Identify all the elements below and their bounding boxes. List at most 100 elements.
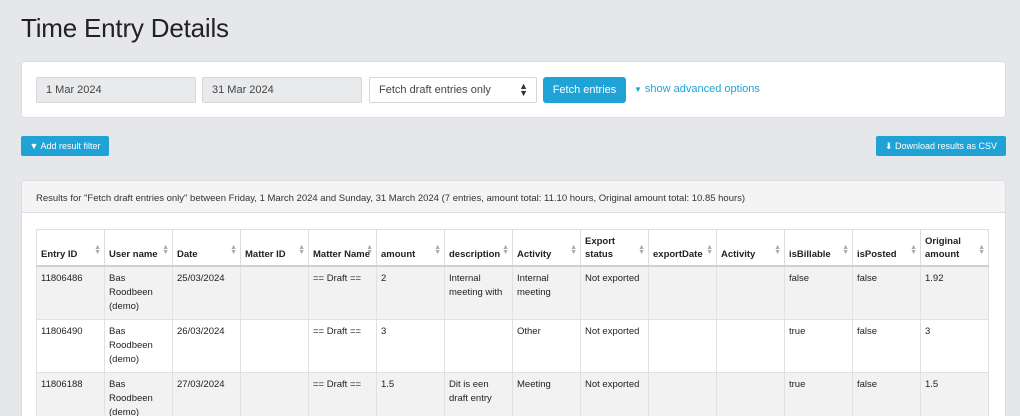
table-cell: Bas Roodbeen (demo) bbox=[104, 318, 173, 373]
table-cell: Bas Roodbeen (demo) bbox=[104, 265, 173, 320]
cell-value: 11806490 bbox=[41, 325, 83, 337]
table-cell: == Draft == bbox=[308, 371, 377, 416]
sort-icon: ▲ ▼ bbox=[842, 243, 849, 256]
show-advanced-options-link[interactable]: ▼ show advanced options bbox=[634, 83, 760, 95]
column-header[interactable]: Activity ▲ ▼ bbox=[512, 229, 581, 267]
sort-icon: ▲ ▼ bbox=[366, 243, 373, 256]
cell-value: Other bbox=[517, 325, 541, 337]
cell-value: 3 bbox=[381, 325, 387, 337]
table-cell: Internal meeting bbox=[512, 265, 581, 320]
cell-value: false bbox=[857, 325, 878, 337]
column-header[interactable]: Activity ▲ ▼ bbox=[716, 229, 785, 267]
column-header[interactable]: Matter Name ▲ ▼ bbox=[308, 229, 377, 267]
column-header[interactable]: User name ▲ ▼ bbox=[104, 229, 173, 267]
column-header[interactable]: Entry ID ▲ ▼ bbox=[36, 229, 105, 267]
sort-icon: ▲ ▼ bbox=[638, 243, 645, 256]
cell-value: 2 bbox=[381, 272, 387, 284]
page-title: Time Entry Details bbox=[21, 13, 229, 43]
cell-value: Not exported bbox=[585, 325, 640, 337]
sort-icon: ▲ ▼ bbox=[502, 243, 509, 256]
cell-value: 1.92 bbox=[925, 272, 944, 284]
table-cell: 3 bbox=[920, 318, 989, 373]
cell-value: 26/03/2024 bbox=[177, 325, 225, 337]
cell-value: Bas Roodbeen (demo) bbox=[109, 272, 153, 312]
cell-value: Internal meeting bbox=[517, 272, 551, 298]
cell-value: == Draft == bbox=[313, 378, 362, 390]
date-from-input[interactable]: 1 Mar 2024 bbox=[36, 77, 196, 103]
table-cell: 26/03/2024 bbox=[172, 318, 241, 373]
fetch-entries-button[interactable]: Fetch entries bbox=[543, 77, 626, 103]
table-cell: true bbox=[784, 371, 853, 416]
table-cell bbox=[240, 265, 309, 320]
sort-icon: ▲ ▼ bbox=[298, 243, 305, 256]
download-label: Download results as CSV bbox=[895, 141, 998, 151]
cell-value: 25/03/2024 bbox=[177, 272, 225, 284]
table-cell: Dit is een draft entry bbox=[444, 371, 513, 416]
sort-caret-icon: ▲ ▼ bbox=[519, 81, 528, 98]
table-cell bbox=[648, 318, 717, 373]
sort-icon: ▲ ▼ bbox=[162, 243, 169, 256]
column-header[interactable]: isBillable ▲ ▼ bbox=[784, 229, 853, 267]
table-row: 11806486 Bas Roodbeen (demo) 25/03/2024 == … bbox=[36, 265, 989, 320]
table-cell bbox=[444, 318, 513, 373]
cell-value: true bbox=[789, 325, 806, 337]
table-cell: false bbox=[784, 265, 853, 320]
sort-icon: ▲ ▼ bbox=[230, 243, 237, 256]
table-cell: == Draft == bbox=[308, 318, 377, 373]
column-header[interactable]: Export status ▲ ▼ bbox=[580, 229, 649, 267]
table-cell: Not exported bbox=[580, 318, 649, 373]
cell-value: false bbox=[789, 272, 810, 284]
table-cell bbox=[716, 265, 785, 320]
table-cell bbox=[648, 371, 717, 416]
column-header[interactable]: exportDate ▲ ▼ bbox=[648, 229, 717, 267]
table-cell: Other bbox=[512, 318, 581, 373]
table-cell: Not exported bbox=[580, 371, 649, 416]
table-cell bbox=[240, 371, 309, 416]
results-table: Entry ID ▲ ▼ User name ▲ ▼ Date ▲ ▼ Matter ID ▲… bbox=[36, 229, 989, 416]
cell-value: 1.5 bbox=[381, 378, 395, 390]
table-cell: 25/03/2024 bbox=[172, 265, 241, 320]
cell-value: false bbox=[857, 378, 878, 390]
sort-icon: ▲ ▼ bbox=[706, 243, 713, 256]
cell-value: true bbox=[789, 378, 806, 390]
table-cell: Bas Roodbeen (demo) bbox=[104, 371, 173, 416]
cell-value: Not exported bbox=[585, 378, 640, 390]
caret-down-icon: ▼ bbox=[634, 85, 642, 94]
column-header[interactable]: Matter ID ▲ ▼ bbox=[240, 229, 309, 267]
table-cell: 11806490 bbox=[36, 318, 105, 373]
cell-value: Bas Roodbeen (demo) bbox=[109, 325, 153, 365]
table-cell: false bbox=[852, 318, 921, 373]
cell-value: 27/03/2024 bbox=[177, 378, 225, 390]
fetch-mode-select[interactable]: Fetch draft entries only ▲ ▼ bbox=[369, 77, 537, 103]
sort-icon: ▲ ▼ bbox=[774, 243, 781, 256]
table-cell: == Draft == bbox=[308, 265, 377, 320]
add-result-filter-button[interactable]: ▼ Add result filter bbox=[21, 136, 109, 156]
table-row: 11806490 Bas Roodbeen (demo) 26/03/2024 == … bbox=[36, 318, 989, 373]
table-row: 11806188 Bas Roodbeen (demo) 27/03/2024 == … bbox=[36, 371, 989, 416]
table-cell: 2 bbox=[376, 265, 445, 320]
advanced-link-label: show advanced options bbox=[644, 83, 760, 95]
column-header[interactable]: isPosted ▲ ▼ bbox=[852, 229, 921, 267]
sort-icon: ▲ ▼ bbox=[94, 243, 101, 256]
column-header[interactable]: description ▲ ▼ bbox=[444, 229, 513, 267]
table-cell: Not exported bbox=[580, 265, 649, 320]
sort-icon: ▲ ▼ bbox=[910, 243, 917, 256]
download-csv-button[interactable]: ⬇ Download results as CSV bbox=[876, 136, 1006, 156]
table-cell: true bbox=[784, 318, 853, 373]
cell-value: 3 bbox=[925, 325, 931, 337]
filter-icon: ▼ bbox=[29, 141, 41, 151]
table-cell: 11806188 bbox=[36, 371, 105, 416]
cell-value: Not exported bbox=[585, 272, 640, 284]
fetch-mode-value: Fetch draft entries only bbox=[379, 84, 491, 96]
column-header[interactable]: Date ▲ ▼ bbox=[172, 229, 241, 267]
column-header[interactable]: Original amount ▲ ▼ bbox=[920, 229, 989, 267]
column-header[interactable]: amount ▲ ▼ bbox=[376, 229, 445, 267]
table-cell bbox=[716, 371, 785, 416]
table-header-row: Entry ID ▲ ▼ User name ▲ ▼ Date ▲ ▼ Matter ID ▲… bbox=[36, 229, 989, 267]
date-to-input[interactable]: 31 Mar 2024 bbox=[202, 77, 362, 103]
cell-value: false bbox=[857, 272, 878, 284]
cell-value: Bas Roodbeen (demo) bbox=[109, 378, 153, 416]
table-cell: 27/03/2024 bbox=[172, 371, 241, 416]
cell-value: 11806188 bbox=[41, 378, 83, 390]
table-cell: 1.5 bbox=[376, 371, 445, 416]
